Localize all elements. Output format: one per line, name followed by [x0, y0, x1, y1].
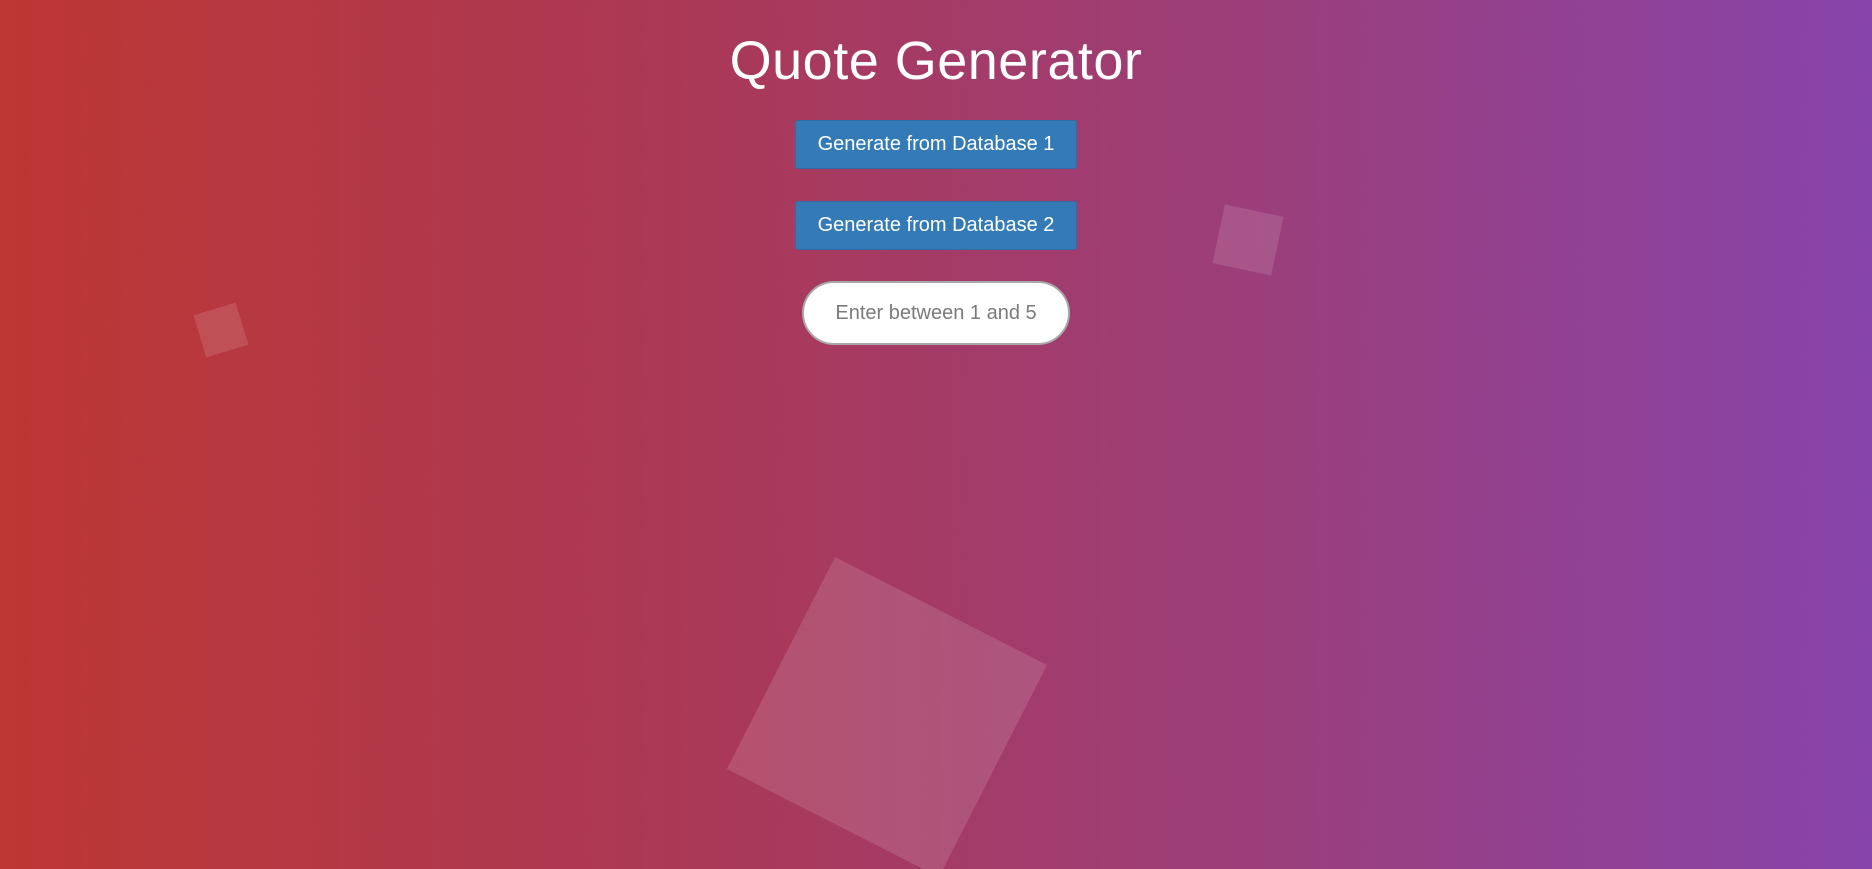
generate-database-2-button[interactable]: Generate from Database 2: [795, 201, 1077, 250]
quote-number-input[interactable]: [802, 281, 1070, 345]
quote-generator-panel: Quote Generator Generate from Database 1…: [0, 0, 1872, 345]
background-decor-square: [726, 556, 1048, 869]
page-title: Quote Generator: [729, 31, 1143, 91]
generate-database-1-button[interactable]: Generate from Database 1: [795, 120, 1077, 169]
